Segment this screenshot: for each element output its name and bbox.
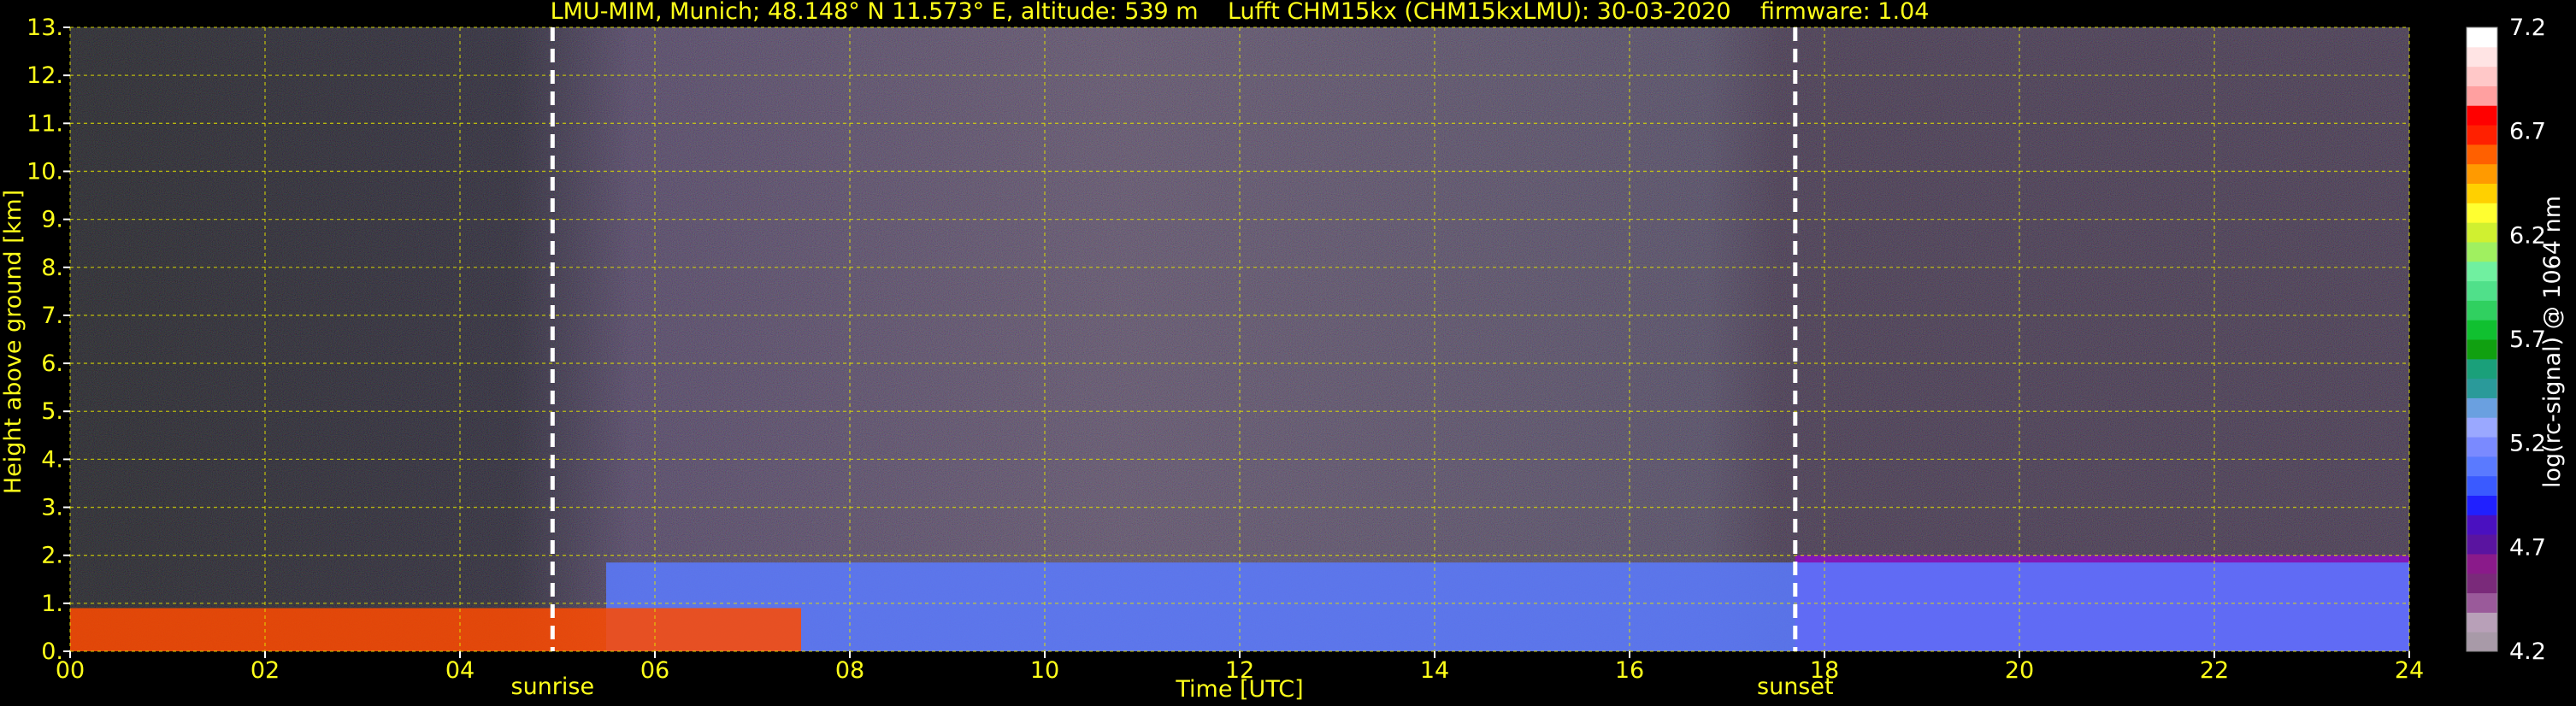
chart-title: LMU-MIM, Munich; 48.148° N 11.573° E, al…: [551, 0, 1930, 25]
colorbar-swatch: [2467, 105, 2497, 126]
colorbar-swatch: [2467, 280, 2497, 301]
y-tick-label: 12.: [27, 62, 63, 89]
x-tick-label: 06: [640, 657, 669, 684]
y-tick-label: 10.: [27, 158, 63, 185]
colorbar-swatch: [2467, 320, 2497, 340]
colorbar-swatch: [2467, 222, 2497, 243]
y-tick-label: 13.: [27, 15, 63, 41]
colorbar-swatch: [2467, 397, 2497, 418]
colorbar-tick-label: 6.7: [2509, 119, 2546, 145]
colorbar-swatch: [2467, 66, 2497, 86]
colorbar-swatch: [2467, 573, 2497, 594]
colorbar-swatch: [2467, 417, 2497, 438]
x-tick-label: 02: [251, 657, 280, 684]
sunrise-label: sunrise: [511, 674, 595, 700]
colorbar-swatch: [2467, 534, 2497, 555]
colorbar-swatch: [2467, 300, 2497, 321]
y-tick-label: 1.: [41, 591, 63, 617]
colorbar: 7.26.76.25.75.24.74.2: [2466, 15, 2546, 665]
x-tick-label: 14: [1420, 657, 1449, 684]
colorbar-tick-label: 4.7: [2509, 534, 2546, 561]
x-tick-label: 16: [1615, 657, 1644, 684]
x-tick-label: 24: [2395, 657, 2424, 684]
x-tick-label: 04: [445, 657, 475, 684]
y-axis-label: Height above ground [km]: [0, 190, 27, 494]
x-tick-label: 18: [1810, 657, 1839, 684]
y-tick-label: 0.: [41, 638, 63, 665]
colorbar-swatch: [2467, 495, 2497, 515]
colorbar-swatch: [2467, 632, 2497, 652]
colorbar-swatch: [2467, 553, 2497, 574]
colorbar-swatch: [2467, 475, 2497, 496]
colorbar-swatch: [2467, 515, 2497, 535]
y-tick-label: 8.: [41, 255, 63, 281]
x-axis-label: Time [UTC]: [1175, 676, 1303, 703]
colorbar-label: log(rc-signal) @ 1064 nm: [2539, 196, 2566, 488]
colorbar-swatch: [2467, 183, 2497, 203]
y-tick-label: 4.: [41, 446, 63, 473]
y-tick-label: 3.: [41, 495, 63, 521]
x-tick-label: 20: [2005, 657, 2034, 684]
colorbar-swatch: [2467, 125, 2497, 145]
colorbar-swatch: [2467, 261, 2497, 282]
aerosol-layer: [606, 562, 2409, 651]
y-tick-label: 9.: [41, 207, 63, 233]
y-tick-label: 5.: [41, 398, 63, 425]
colorbar-swatch: [2467, 612, 2497, 632]
x-tick-label: 22: [2200, 657, 2229, 684]
colorbar-swatch: [2467, 378, 2497, 398]
y-tick-label: 7.: [41, 303, 63, 329]
colorbar-swatch: [2467, 241, 2497, 262]
colorbar-swatch: [2467, 163, 2497, 184]
colorbar-swatch: [2467, 456, 2497, 477]
colorbar-tick-label: 4.2: [2509, 638, 2546, 665]
y-tick-label: 2.: [41, 543, 63, 569]
lidar-chart: sunrise sunset 00 02 04 06 08 10 12 14 16 18 20 22 24…: [0, 0, 2566, 703]
colorbar-swatch: [2467, 358, 2497, 379]
colorbar-tick-label: 7.2: [2509, 15, 2546, 41]
colorbar-swatch: [2467, 437, 2497, 457]
aerosol-layer: [70, 608, 801, 651]
x-tick-label: 10: [1030, 657, 1059, 684]
y-tick-label: 6.: [41, 350, 63, 377]
colorbar-swatch: [2467, 592, 2497, 613]
colorbar-swatch: [2467, 144, 2497, 165]
colorbar-swatch: [2467, 27, 2497, 48]
y-tick-label: 11.: [27, 110, 63, 137]
colorbar-swatch: [2467, 203, 2497, 223]
x-tick-label: 08: [835, 657, 864, 684]
colorbar-swatch: [2467, 339, 2497, 360]
colorbar-swatch: [2467, 46, 2497, 68]
y-tick-labels: 0. 1. 2. 3. 4. 5. 6. 7. 8. 9. 10. 11. 12. 13.: [27, 15, 70, 665]
colorbar-swatch: [2467, 85, 2497, 106]
